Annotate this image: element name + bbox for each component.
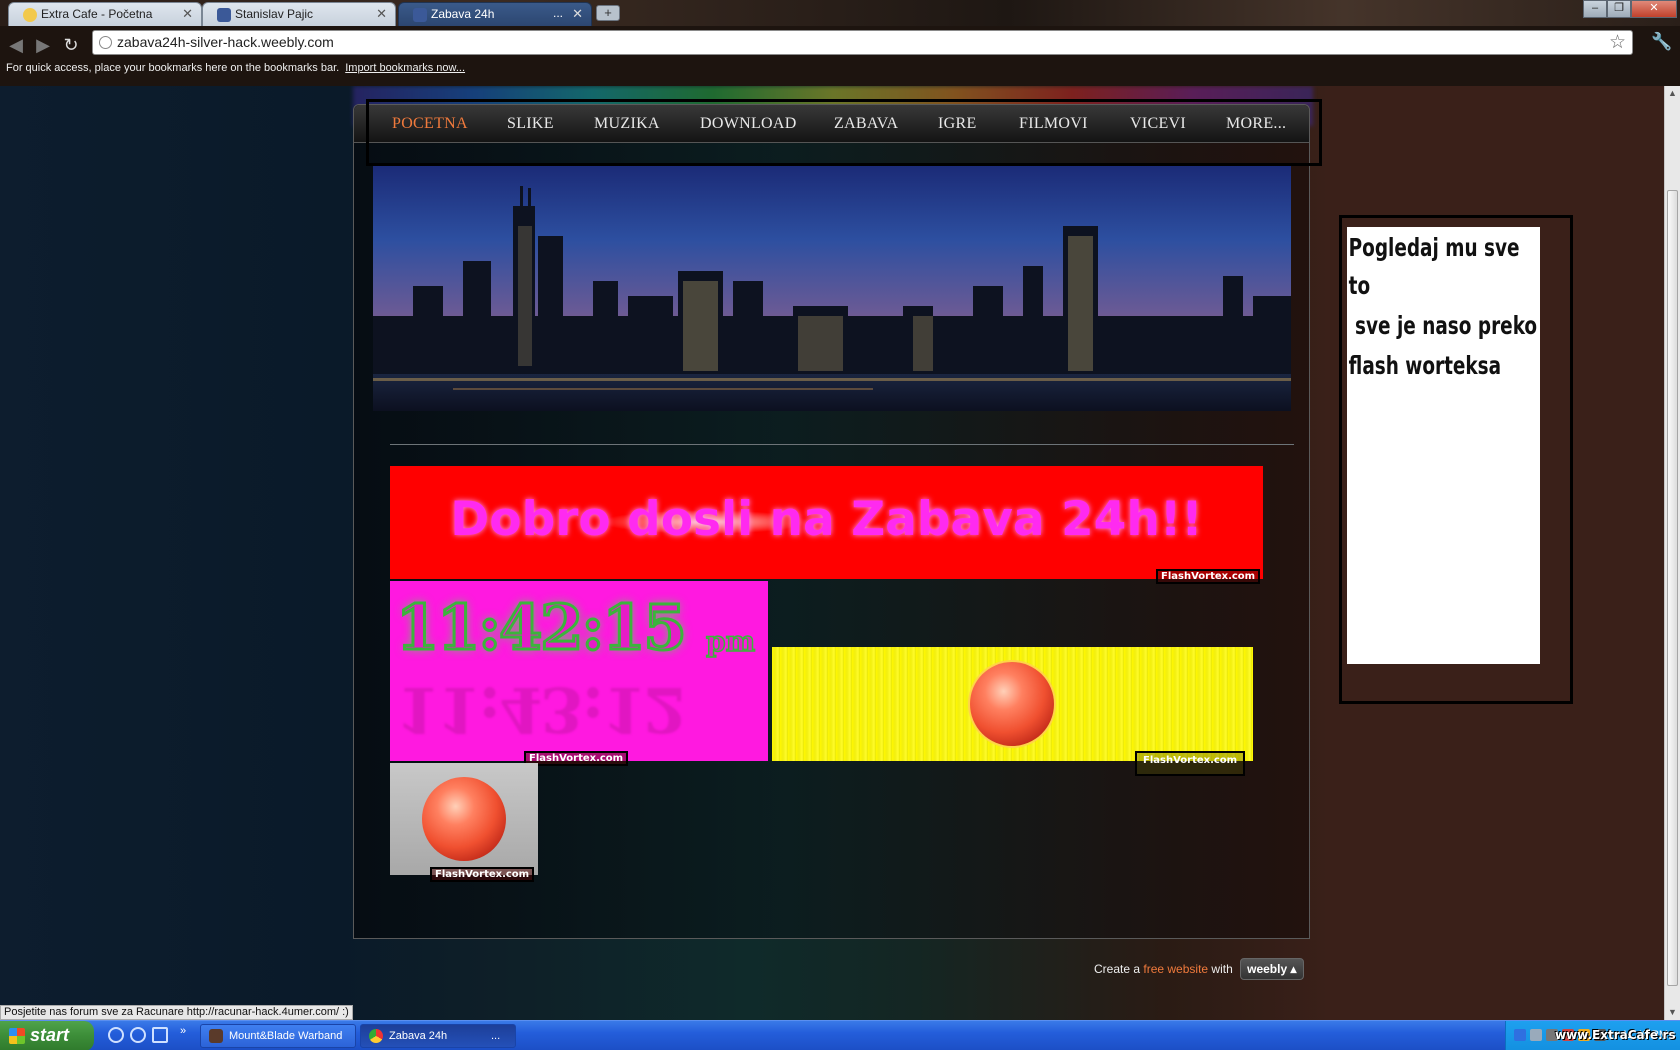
tray-icon[interactable]: [1530, 1029, 1542, 1041]
task-zabava-24h[interactable]: Zabava 24h ...: [360, 1024, 516, 1048]
tab-extra-cafe[interactable]: Extra Cafe - Početna ✕: [8, 2, 202, 26]
flashvortex-link[interactable]: FlashVortex.com: [1156, 569, 1261, 584]
site-container: POCETNA SLIKE MUZIKA DOWNLOAD ZABAVA IGR…: [353, 99, 1322, 939]
flashvortex-link[interactable]: FlashVortex.com: [430, 867, 535, 882]
facebook-icon: [217, 8, 231, 22]
task-ellipsis: ...: [491, 1030, 501, 1042]
status-bar: Posjetite nas forum sve za Racunare http…: [0, 1005, 353, 1020]
sidebar-line: Pogledaj mu sve to: [1348, 233, 1520, 300]
weebly-badge[interactable]: weebly ▴: [1240, 958, 1304, 980]
content-divider: [390, 444, 1294, 445]
scroll-up-icon[interactable]: ▲: [1668, 88, 1677, 98]
tab-ellipsis: ...: [553, 6, 564, 20]
tab-zabava-24h[interactable]: Zabava 24h ... ✕: [398, 2, 592, 26]
wrench-icon[interactable]: 🔧: [1651, 32, 1672, 52]
welcome-flash-banner[interactable]: Dobro dosli na Zabava 24h!!: [390, 466, 1263, 579]
sidebar-line: sve je naso preko: [1348, 311, 1538, 340]
address-bar[interactable]: zabava24h-silver-hack.weebly.com ☆: [92, 30, 1633, 55]
orange-ball: [970, 662, 1054, 746]
tab-title: Zabava 24h: [431, 7, 495, 21]
footer-with-text: with: [1211, 962, 1233, 976]
city-skyline-banner: [373, 166, 1291, 411]
tray-icon[interactable]: [1514, 1029, 1526, 1041]
welcome-text: Dobro dosli na Zabava 24h!!: [450, 492, 1203, 547]
desktop-icon[interactable]: [152, 1027, 168, 1043]
web-page: POCETNA SLIKE MUZIKA DOWNLOAD ZABAVA IGR…: [0, 86, 1664, 1020]
ball-flash-widget[interactable]: [772, 647, 1253, 761]
windows-flag-icon: [9, 1028, 25, 1044]
clock-time: 11:42:15: [395, 590, 689, 666]
scroll-thumb[interactable]: [1667, 190, 1678, 986]
weebly-footer: Create a free website with weebly ▴: [1094, 958, 1304, 980]
bookmark-star-icon[interactable]: ☆: [1609, 31, 1626, 54]
new-tab-button[interactable]: +: [596, 5, 620, 21]
weebly-badge-label: weebly: [1247, 962, 1288, 976]
bookmarks-bar: For quick access, place your bookmarks h…: [6, 62, 465, 74]
windows-taskbar: start » Mount&Blade Warband Zabava 24h .…: [0, 1020, 1680, 1050]
page-scrollbar[interactable]: ▲ ▼: [1664, 86, 1680, 1020]
task-title: Zabava 24h: [389, 1030, 448, 1042]
flashvortex-link[interactable]: FlashVortex.com: [524, 751, 629, 766]
free-website-link[interactable]: free website: [1143, 962, 1208, 976]
close-icon[interactable]: ✕: [376, 6, 387, 22]
minimize-icon[interactable]: –: [1583, 0, 1607, 18]
sidebar-line: flash worteksa: [1348, 351, 1502, 380]
bookmarks-hint: For quick access, place your bookmarks h…: [6, 62, 340, 74]
chevron-right-icon[interactable]: »: [180, 1025, 186, 1037]
skyline-image: [373, 186, 1291, 411]
back-icon[interactable]: ◀: [5, 34, 27, 56]
globe-icon: [99, 36, 112, 49]
close-icon[interactable]: ✕: [572, 6, 583, 22]
flashvortex-link[interactable]: FlashVortex.com: [1135, 751, 1246, 776]
maximize-icon[interactable]: ❐: [1607, 0, 1631, 18]
clock-reflection: 11:43:12: [396, 673, 685, 746]
footer-create-text: Create a: [1094, 962, 1141, 976]
gray-ball-flash-widget[interactable]: [390, 763, 538, 875]
orange-ball: [422, 777, 506, 861]
quicklaunch-icon[interactable]: [130, 1027, 146, 1043]
url-text: zabava24h-silver-hack.weebly.com: [117, 34, 334, 50]
game-icon: [209, 1029, 223, 1043]
browser-toolbar: ◀ ▶ ↻ zabava24h-silver-hack.weebly.com ☆…: [0, 26, 1680, 86]
quicklaunch-icon[interactable]: [108, 1027, 124, 1043]
tab-title: Stanislav Pajic: [235, 7, 314, 21]
tab-stanislav-pajic[interactable]: Stanislav Pajic ✕: [202, 2, 396, 26]
nav-outline: [366, 99, 1322, 166]
forward-icon[interactable]: ▶: [32, 34, 54, 56]
watermark-text: www.ExtraCafe.rs: [1555, 1028, 1676, 1042]
tab-title: Extra Cafe - Početna: [41, 7, 153, 21]
chrome-icon: [369, 1029, 383, 1043]
reload-icon[interactable]: ↻: [60, 34, 82, 56]
clock-flash-widget[interactable]: 11:42:15 pm 11:43:12: [390, 581, 768, 761]
close-window-icon[interactable]: ✕: [1631, 0, 1677, 18]
badge-arrow-icon: ▴: [1290, 962, 1297, 976]
smiley-icon: [23, 8, 37, 22]
clock-ampm: pm: [705, 624, 756, 659]
facebook-icon: [413, 8, 427, 22]
tab-strip: Extra Cafe - Početna ✕ Stanislav Pajic ✕…: [0, 0, 1680, 26]
import-bookmarks-link[interactable]: Import bookmarks now...: [345, 62, 465, 74]
close-icon[interactable]: ✕: [182, 6, 193, 22]
task-title: Mount&Blade Warband: [229, 1030, 343, 1042]
start-label: start: [30, 1025, 70, 1045]
start-button[interactable]: start: [0, 1021, 94, 1050]
scroll-down-icon[interactable]: ▼: [1668, 1007, 1677, 1017]
sidebar-text-box: Pogledaj mu sve to sve je naso preko fla…: [1347, 227, 1540, 664]
task-mount-blade[interactable]: Mount&Blade Warband: [200, 1024, 356, 1048]
